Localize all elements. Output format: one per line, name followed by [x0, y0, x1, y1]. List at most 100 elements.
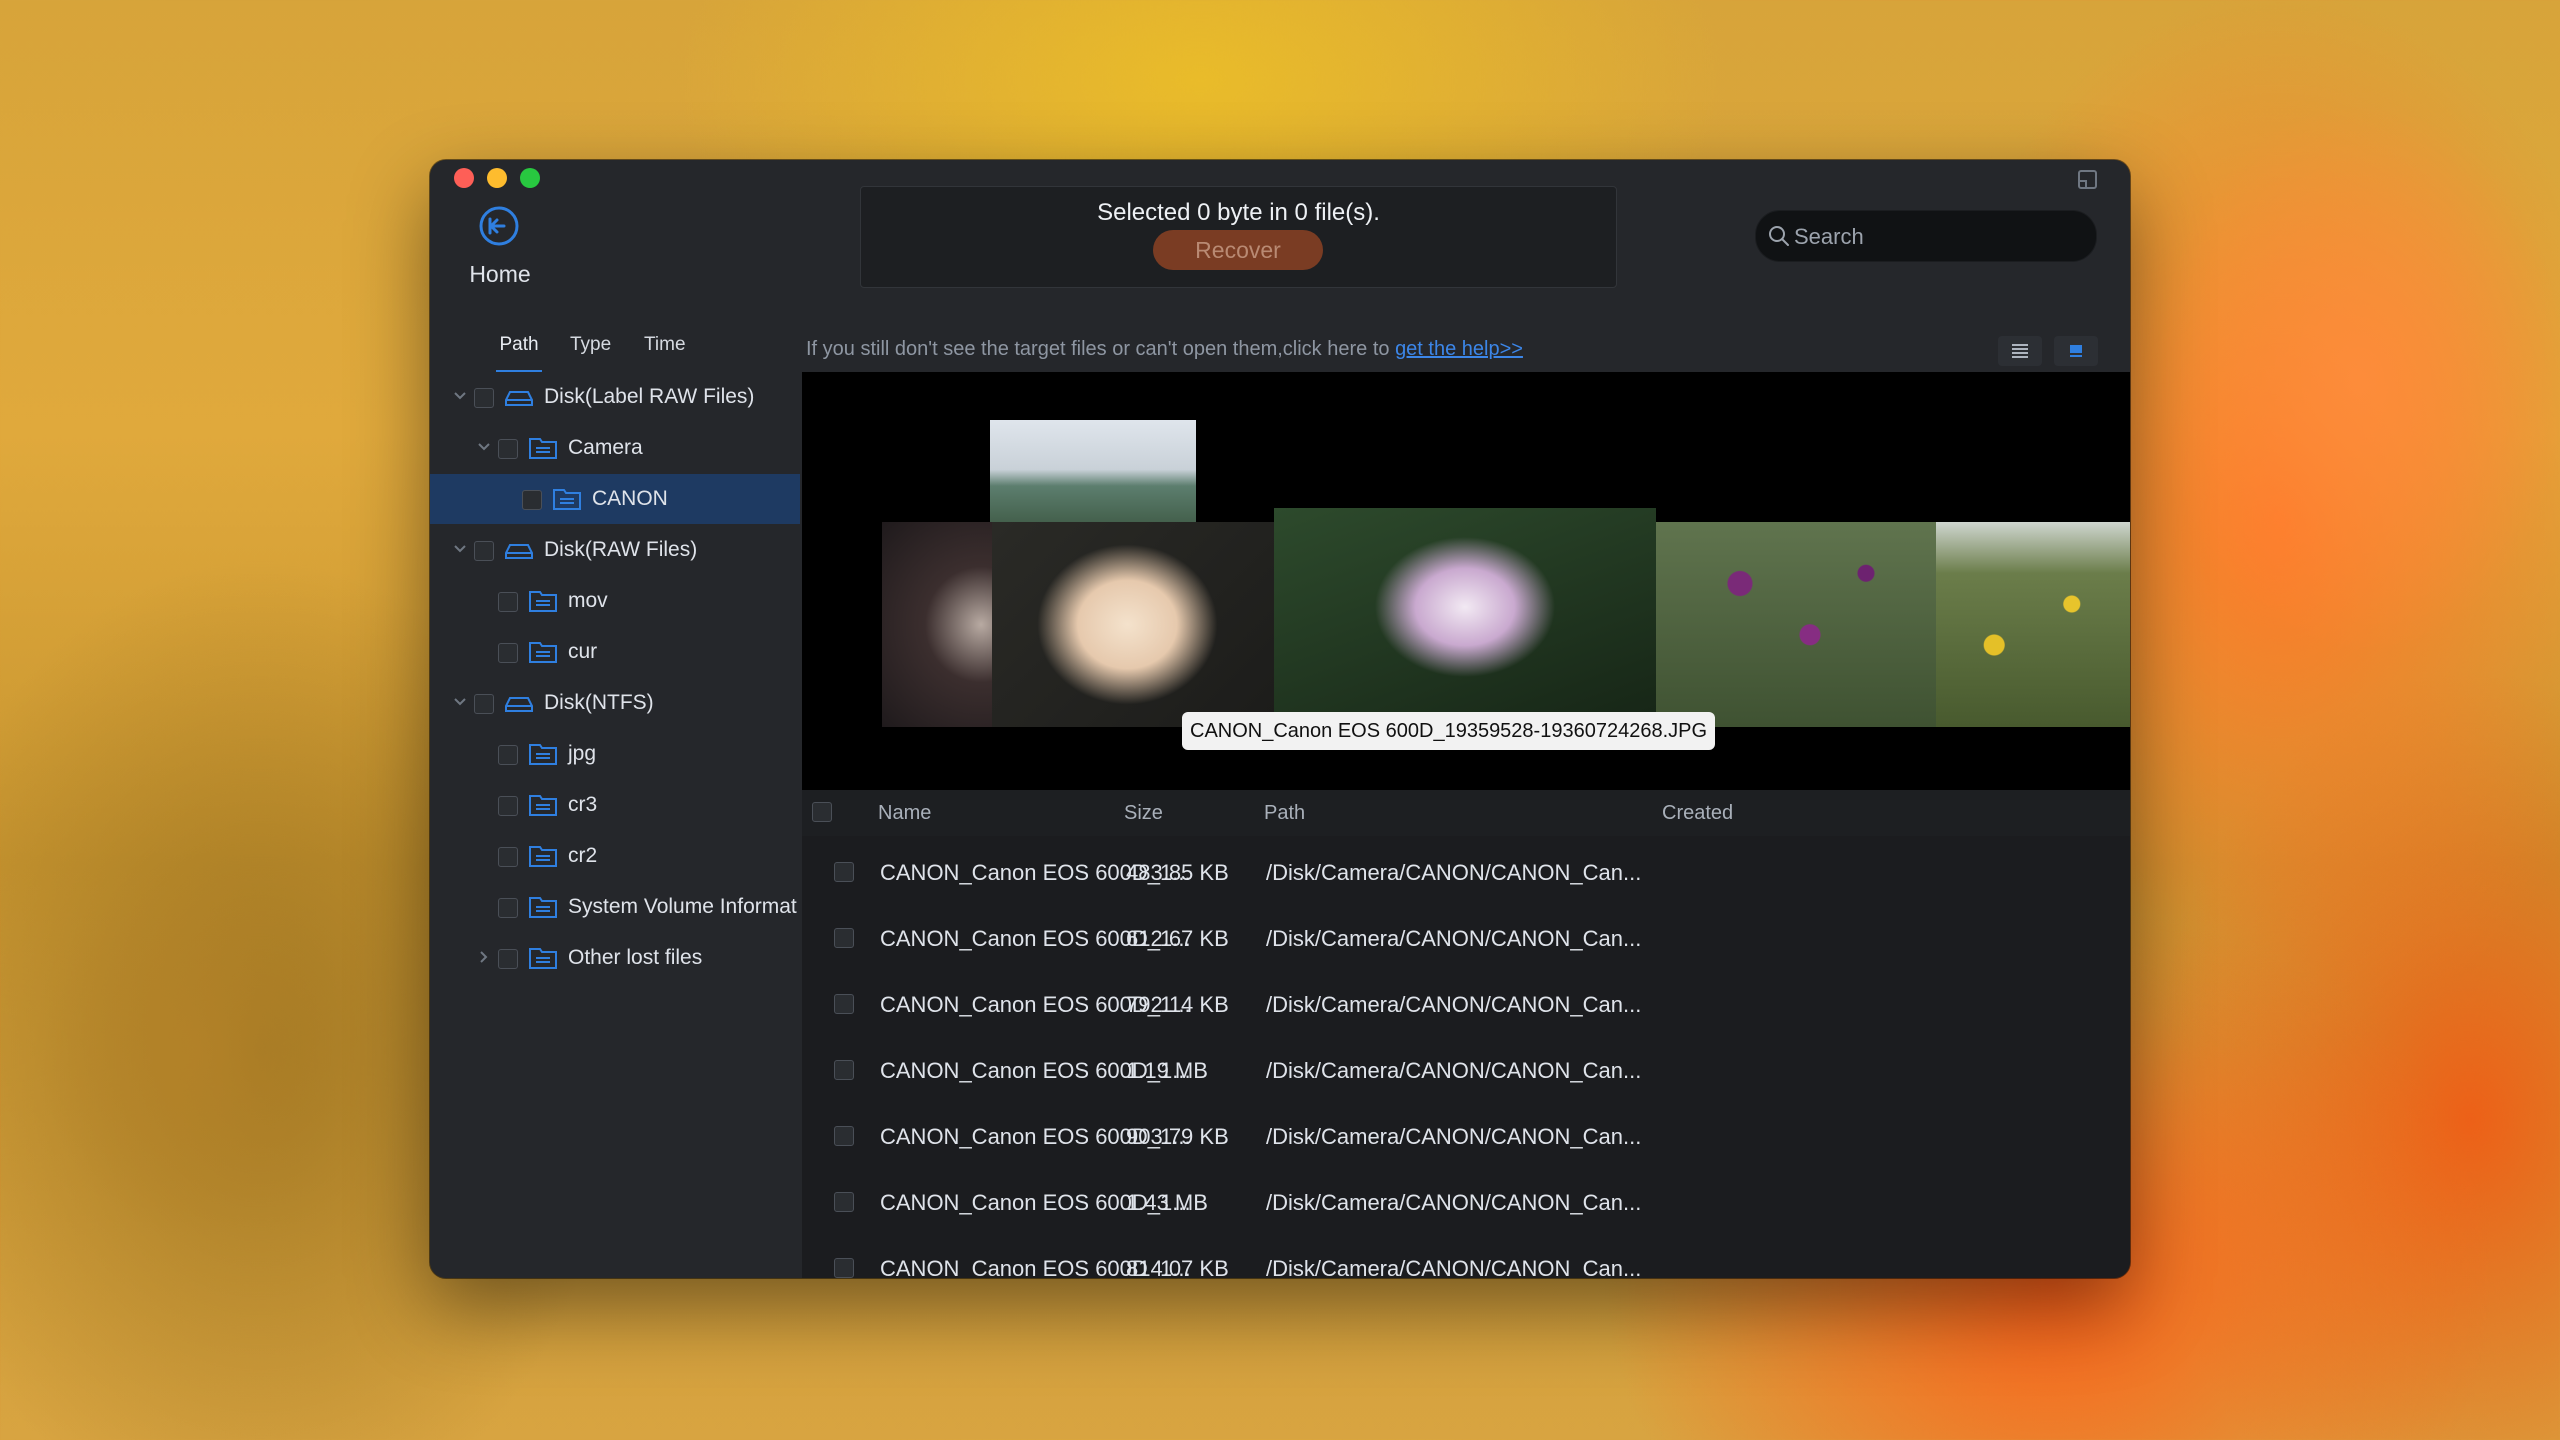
- close-window-button[interactable]: [454, 168, 474, 188]
- list-view-button[interactable]: [1998, 336, 2042, 366]
- tree-item-cr3[interactable]: cr3: [430, 780, 800, 830]
- tab-time[interactable]: Time: [644, 334, 686, 370]
- folder-icon: [529, 846, 557, 867]
- tree-checkbox[interactable]: [498, 439, 518, 459]
- tree-item-mov[interactable]: mov: [430, 576, 800, 626]
- tree-checkbox[interactable]: [474, 694, 494, 714]
- tree-checkbox[interactable]: [498, 643, 518, 663]
- tab-path[interactable]: Path: [496, 334, 542, 373]
- search-input[interactable]: [1792, 211, 2086, 263]
- chevron-right-icon[interactable]: [476, 949, 492, 965]
- file-path: /Disk/Camera/CANON/CANON_Can...: [1266, 1256, 1642, 1278]
- table-row[interactable]: CANON_Canon EOS 600D_1... 612.67 KB /Dis…: [802, 906, 2130, 972]
- file-size: 1.19 MB: [1126, 1058, 1208, 1083]
- file-size: 814.07 KB: [1126, 1256, 1229, 1278]
- tree-item-disk-ntfs[interactable]: Disk(NTFS): [430, 678, 800, 728]
- column-created[interactable]: Created: [1662, 802, 1733, 825]
- table-row[interactable]: CANON_Canon EOS 600D_1... 1.43 MB /Disk/…: [802, 1170, 2130, 1236]
- folder-icon: [529, 438, 557, 459]
- wallpaper-poppy-bud: [40, 860, 340, 1240]
- zoom-window-button[interactable]: [520, 168, 540, 188]
- tree-checkbox[interactable]: [498, 745, 518, 765]
- title-bar: Home Selected 0 byte in 0 file(s). Recov…: [430, 160, 2130, 310]
- photo-carousel[interactable]: CANON_Canon EOS 600D_19359528-1936072426…: [802, 372, 2130, 790]
- row-checkbox[interactable]: [834, 1126, 854, 1146]
- disk-icon: [505, 697, 533, 712]
- tree-checkbox[interactable]: [498, 847, 518, 867]
- file-path: /Disk/Camera/CANON/CANON_Can...: [1266, 1058, 1642, 1083]
- back-home-icon: [479, 206, 519, 246]
- file-size: 903.79 KB: [1126, 1124, 1229, 1149]
- photo-thumbnail[interactable]: [1936, 522, 2130, 727]
- row-checkbox[interactable]: [834, 1258, 854, 1278]
- row-checkbox[interactable]: [834, 928, 854, 948]
- file-path: /Disk/Camera/CANON/CANON_Can...: [1266, 926, 1642, 951]
- minimize-window-button[interactable]: [487, 168, 507, 188]
- tree-label: cr3: [568, 793, 598, 816]
- chevron-down-icon[interactable]: [452, 694, 468, 710]
- help-hint: If you still don't see the target files …: [806, 338, 1523, 361]
- chevron-down-icon[interactable]: [476, 439, 492, 455]
- table-row[interactable]: CANON_Canon EOS 600D_1... 903.79 KB /Dis…: [802, 1104, 2130, 1170]
- get-help-link[interactable]: get the help>>: [1395, 338, 1523, 360]
- tree-label: Disk(Label RAW Files): [544, 385, 755, 408]
- folder-icon: [529, 744, 557, 765]
- column-path[interactable]: Path: [1264, 802, 1305, 825]
- home-button[interactable]: Home: [460, 205, 540, 295]
- tree-item-other-lost-files[interactable]: Other lost files: [430, 933, 800, 983]
- column-size[interactable]: Size: [1124, 802, 1163, 825]
- chevron-down-icon[interactable]: [452, 388, 468, 404]
- disk-icon: [505, 544, 533, 559]
- tree-label: mov: [568, 589, 608, 612]
- row-checkbox[interactable]: [834, 1060, 854, 1080]
- tree-item-disk-label-raw[interactable]: Disk(Label RAW Files): [430, 372, 800, 422]
- table-row[interactable]: CANON_Canon EOS 600D_1... 814.07 KB /Dis…: [802, 1236, 2130, 1278]
- chevron-down-icon[interactable]: [452, 541, 468, 557]
- column-name[interactable]: Name: [878, 802, 931, 825]
- row-checkbox[interactable]: [834, 1192, 854, 1212]
- file-size: 1.43 MB: [1126, 1190, 1208, 1215]
- tree-checkbox[interactable]: [474, 541, 494, 561]
- tab-type[interactable]: Type: [570, 334, 611, 370]
- file-path: /Disk/Camera/CANON/CANON_Can...: [1266, 1190, 1642, 1215]
- selection-panel: Selected 0 byte in 0 file(s). Recover: [860, 186, 1617, 288]
- tree-label: CANON: [592, 487, 668, 510]
- tree-label: Disk(RAW Files): [544, 538, 698, 561]
- tree-checkbox[interactable]: [498, 592, 518, 612]
- feedback-icon[interactable]: [2076, 168, 2100, 192]
- folder-icon: [553, 489, 581, 510]
- photo-thumbnail[interactable]: [992, 522, 1274, 727]
- photo-thumbnail[interactable]: [882, 522, 992, 727]
- tree-item-jpg[interactable]: jpg: [430, 729, 800, 779]
- selection-status: Selected 0 byte in 0 file(s).: [1097, 199, 1380, 226]
- table-header: Name Size Path Created: [802, 790, 2130, 836]
- recover-button[interactable]: Recover: [1153, 230, 1323, 270]
- tree-checkbox[interactable]: [522, 490, 542, 510]
- tree-item-camera[interactable]: Camera: [430, 423, 800, 473]
- photo-thumbnail[interactable]: [1656, 522, 1936, 727]
- app-window: Home Selected 0 byte in 0 file(s). Recov…: [430, 160, 2130, 1278]
- tree-item-cr2[interactable]: cr2: [430, 831, 800, 881]
- row-checkbox[interactable]: [834, 862, 854, 882]
- tree-item-cur[interactable]: cur: [430, 627, 800, 677]
- tree-checkbox[interactable]: [498, 796, 518, 816]
- tree-checkbox[interactable]: [498, 898, 518, 918]
- table-row[interactable]: CANON_Canon EOS 600D_1... 792.14 KB /Dis…: [802, 972, 2130, 1038]
- tree-checkbox[interactable]: [474, 388, 494, 408]
- tree-item-system-volume[interactable]: System Volume Informat: [430, 882, 800, 932]
- tree-label: Other lost files: [568, 946, 703, 969]
- tree-item-canon[interactable]: CANON: [430, 474, 800, 524]
- tree-label: cr2: [568, 844, 598, 867]
- tree-checkbox[interactable]: [498, 949, 518, 969]
- file-size: 483.85 KB: [1126, 860, 1229, 885]
- tree-item-disk-raw[interactable]: Disk(RAW Files): [430, 525, 800, 575]
- tree-label: cur: [568, 640, 598, 663]
- photo-thumbnail[interactable]: [990, 420, 1196, 530]
- table-row[interactable]: CANON_Canon EOS 600D_1... 1.19 MB /Disk/…: [802, 1038, 2130, 1104]
- search-box[interactable]: [1755, 210, 2097, 263]
- preview-view-button[interactable]: [2054, 336, 2098, 366]
- select-all-checkbox[interactable]: [812, 802, 832, 822]
- table-row[interactable]: CANON_Canon EOS 600D_1... 483.85 KB /Dis…: [802, 840, 2130, 906]
- photo-thumbnail[interactable]: [1274, 508, 1656, 728]
- row-checkbox[interactable]: [834, 994, 854, 1014]
